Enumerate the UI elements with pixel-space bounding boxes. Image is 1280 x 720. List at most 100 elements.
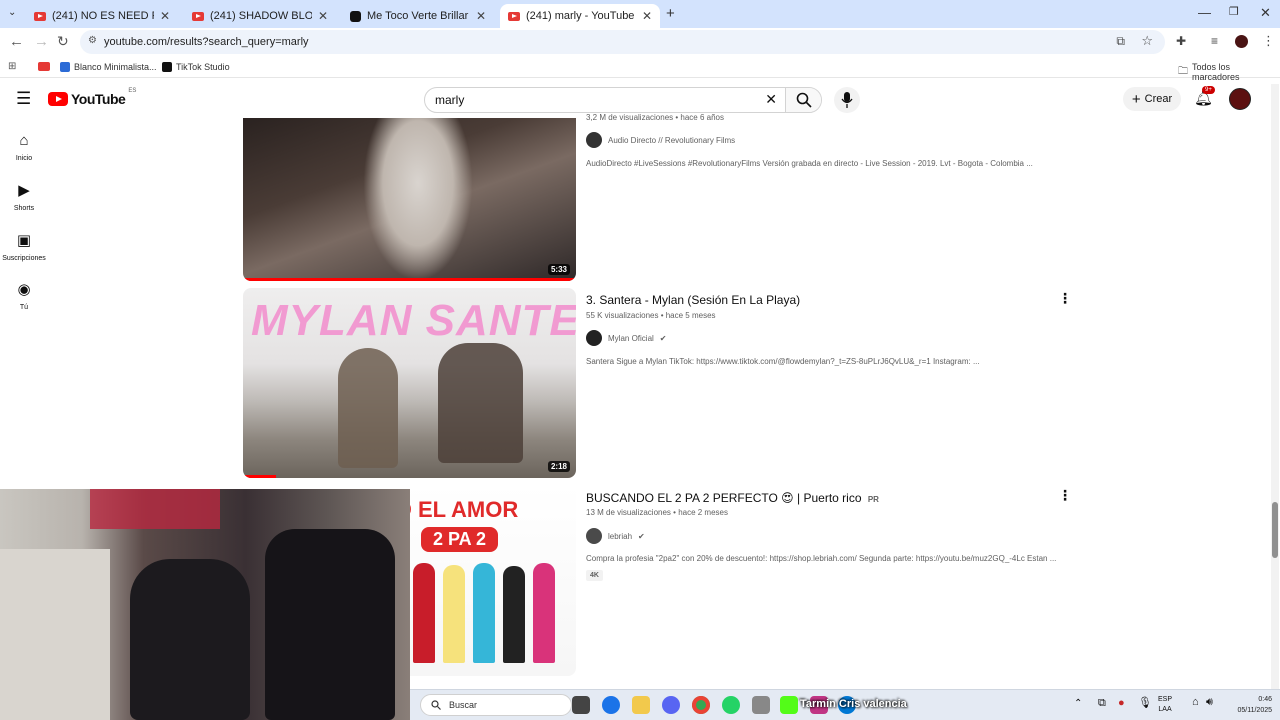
thumbnail-person-image (338, 348, 398, 468)
tab-1[interactable]: (241) NO ES NEED FOR SPEED ( ✕ (26, 4, 178, 28)
thumbnail-people-image (413, 563, 568, 668)
plus-icon: + (1131, 90, 1141, 108)
address-bar[interactable]: ⚙ youtube.com/results?search_query=marly… (80, 30, 1165, 54)
guide-subscriptions[interactable]: ▣ Suscripciones (0, 231, 48, 262)
notifications-button[interactable]: 🔔︎ 9+ (1194, 86, 1215, 108)
hamburger-menu-icon[interactable]: ☰ (16, 89, 31, 109)
all-bookmarks[interactable]: 🗀 Todos los marcadores (1178, 62, 1280, 82)
tab-title: (241) SHADOW BLOW X DON ( (210, 10, 312, 22)
install-app-icon[interactable]: ⧉ (1116, 34, 1125, 49)
keyboard-layout: LAA (1158, 706, 1172, 713)
tab-search-icon[interactable]: ⌄ (8, 7, 16, 18)
search-icon (431, 700, 441, 710)
video-title[interactable]: BUSCANDO EL 2 PA 2 PERFECTO 😍 | Puerto r… (586, 491, 879, 505)
tab-2[interactable]: (241) SHADOW BLOW X DON ( ✕ (184, 4, 336, 28)
bookmark-label: TikTok Studio (176, 62, 230, 72)
task-view-icon[interactable] (572, 696, 590, 714)
chrome-icon[interactable] (692, 696, 710, 714)
clock[interactable]: 0:46 05/11/2025 (1237, 694, 1272, 716)
guide-home[interactable]: ⌂ Inicio (0, 132, 48, 162)
view-count: 55 K visualizaciones (586, 311, 659, 320)
youtube-logo-text: YouTube (71, 91, 126, 107)
youtube-icon (508, 11, 520, 21)
bookmark-star-icon[interactable]: ☆ (1141, 33, 1153, 49)
you-icon: ◉ (17, 281, 31, 298)
account-avatar[interactable] (1229, 88, 1251, 110)
video-description: AudioDirecto #LiveSessions #Revolutionar… (586, 159, 1033, 168)
tab-4-active[interactable]: (241) marly - YouTube ✕ (500, 4, 660, 28)
restore-icon[interactable]: ❐ (1229, 5, 1239, 18)
new-tab-icon[interactable]: + (666, 5, 675, 22)
kick-icon[interactable] (780, 696, 798, 714)
bookmark-blanco[interactable]: Blanco Minimalista... (60, 62, 157, 72)
bookmark-youtube[interactable] (38, 62, 50, 71)
tray-app-icon[interactable]: ⧉ (1098, 697, 1106, 710)
bookmarks-bar: ⊞ Blanco Minimalista... TikTok Studio 🗀 … (0, 56, 1280, 82)
channel-link[interactable]: Audio Directo // Revolutionary Films (586, 132, 735, 148)
edge-icon[interactable] (602, 696, 620, 714)
tab-title: Me Toco Verte Brillar - Jlexis y N (367, 10, 470, 22)
tiktok-icon (350, 10, 361, 22)
extensions-icon[interactable]: ✚ (1176, 34, 1186, 48)
verified-icon: ✔ (659, 333, 667, 343)
more-actions-icon[interactable]: ⋮ (1058, 487, 1072, 504)
clear-search-icon[interactable]: ✕ (765, 91, 777, 108)
bookmark-tiktok-studio[interactable]: TikTok Studio (162, 62, 230, 72)
channel-link[interactable]: lebriah ✔ (586, 528, 645, 544)
discord-icon[interactable] (662, 696, 680, 714)
channel-name: lebriah (608, 531, 633, 541)
create-button[interactable]: + Crear (1123, 87, 1181, 111)
more-actions-icon[interactable]: ⋮ (1058, 290, 1072, 307)
webcam-chair-image (265, 529, 395, 720)
video-thumbnail[interactable]: MYLAN SANTERA 2:18 (243, 288, 576, 478)
media-icon[interactable]: ≡ (1211, 34, 1218, 48)
search-input[interactable]: marly ✕ (424, 87, 822, 113)
webcam-graffiti-image (90, 489, 220, 529)
reload-icon[interactable]: ↻ (57, 33, 69, 50)
guide-shorts[interactable]: ▶ Shorts (0, 181, 48, 212)
channel-name: Mylan Oficial (608, 333, 654, 343)
tab-3[interactable]: Me Toco Verte Brillar - Jlexis y N ✕ (342, 4, 494, 28)
video-title[interactable]: 3. Santera - Mylan (Sesión En La Playa) (586, 293, 800, 307)
whatsapp-icon[interactable] (722, 696, 740, 714)
close-tab-icon[interactable]: ✕ (318, 9, 328, 23)
thumbnail-person-image (438, 343, 523, 463)
apps-grid-icon[interactable]: ⊞ (8, 61, 16, 72)
scrollbar-thumb[interactable] (1272, 502, 1278, 558)
channel-avatar (586, 528, 602, 544)
video-description: Santera Sigue a Mylan TikTok: https://ww… (586, 357, 980, 366)
microphone-icon (841, 92, 853, 108)
tray-mic-icon[interactable]: 🎙︎ (1138, 696, 1152, 709)
voice-search-button[interactable] (834, 87, 860, 113)
video-thumbnail[interactable]: 5:33 (243, 118, 576, 281)
channel-link[interactable]: Mylan Oficial ✔ (586, 330, 667, 346)
close-tab-icon[interactable]: ✕ (476, 9, 486, 23)
close-tab-icon[interactable]: ✕ (160, 9, 170, 23)
close-tab-icon[interactable]: ✕ (642, 9, 652, 23)
page-scrollbar[interactable] (1271, 84, 1279, 689)
duration-badge: 5:33 (547, 264, 570, 275)
minimize-icon[interactable]: — (1198, 5, 1211, 20)
snipping-tool-icon[interactable] (752, 696, 770, 714)
volume-icon[interactable]: 🔊︎ (1206, 696, 1213, 709)
show-hidden-icons[interactable]: ⌃ (1074, 698, 1082, 709)
file-explorer-icon[interactable] (632, 696, 650, 714)
tray-security-icon[interactable]: ● (1118, 697, 1125, 709)
search-button[interactable] (785, 88, 821, 112)
guide-you[interactable]: ◉ Tú (0, 280, 48, 311)
clock-date: 05/11/2025 (1237, 707, 1272, 714)
profile-avatar[interactable] (1235, 35, 1248, 48)
chrome-menu-icon[interactable]: ⋮ (1262, 33, 1275, 49)
youtube-logo[interactable]: YouTube ES (48, 88, 136, 107)
network-icon[interactable]: ⌂ (1192, 696, 1199, 708)
webcam-overlay (0, 489, 410, 720)
language-indicator[interactable]: ESP LAA (1158, 695, 1172, 715)
taskbar-search[interactable]: Buscar (420, 694, 572, 716)
upload-age: hace 5 meses (665, 311, 716, 320)
close-window-icon[interactable]: ✕ (1260, 5, 1271, 21)
forward-icon[interactable]: → (34, 33, 49, 50)
site-info-icon[interactable]: ⚙ (88, 35, 97, 46)
back-icon[interactable]: ← (9, 33, 24, 50)
language-code: ESP (1158, 696, 1173, 703)
channel-avatar (586, 330, 602, 346)
